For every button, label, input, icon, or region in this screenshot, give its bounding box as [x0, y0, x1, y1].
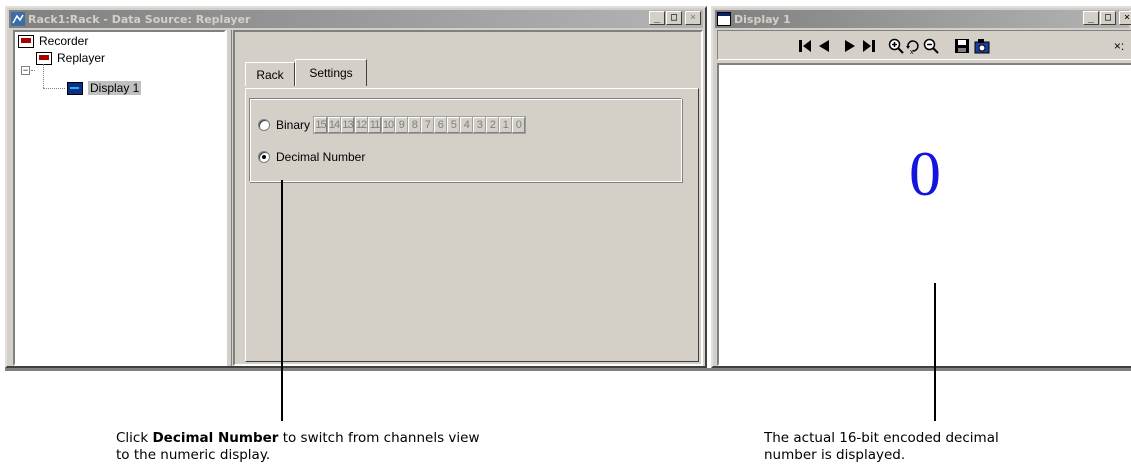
first-frame-icon[interactable]	[797, 38, 813, 54]
display-window-titlebar[interactable]: Display 1 _ □ ×	[715, 10, 1131, 28]
bit-box: 7	[420, 116, 435, 134]
rack-window: Rack1:Rack - Data Source: Replayer _ □ ×…	[5, 6, 707, 368]
last-frame-icon[interactable]	[861, 38, 877, 54]
recorder-icon	[18, 34, 34, 48]
step-forward-icon[interactable]	[842, 38, 858, 54]
bit-box: 1	[498, 116, 513, 134]
display-window-icon	[717, 12, 731, 26]
bit-box: 10	[380, 116, 396, 134]
tree-item-label: Recorder	[39, 34, 89, 48]
close-button[interactable]: ×	[1119, 11, 1131, 25]
snapshot-icon[interactable]	[974, 38, 990, 54]
window-shadow	[5, 368, 1131, 371]
zoom-in-icon[interactable]	[888, 38, 904, 54]
rack-window-title: Rack1:Rack - Data Source: Replayer	[28, 12, 251, 26]
binary-label: Binary	[276, 118, 311, 132]
minimize-button[interactable]: _	[1083, 11, 1099, 25]
bit-box: 5	[446, 116, 461, 134]
zoom-out-icon[interactable]	[923, 38, 939, 54]
tree-item-display-1[interactable]: Display 1	[67, 81, 142, 95]
bit-boxes: 15 14 13 12 11 10 9 8 7 6 5 4 3 2 1 0	[313, 116, 526, 134]
tab-settings[interactable]: Settings	[295, 59, 367, 86]
bit-box: 2	[485, 116, 500, 134]
callout-line-left	[281, 180, 283, 421]
decimal-radio-dot[interactable]	[258, 151, 270, 163]
maximize-button[interactable]: □	[1100, 11, 1116, 25]
callout-left-text: Click	[116, 430, 153, 446]
bit-box: 15	[313, 116, 329, 134]
rack-window-titlebar[interactable]: Rack1:Rack - Data Source: Replayer _ □ ×	[9, 10, 703, 28]
callout-line-right	[934, 283, 936, 421]
display-toolbar: x ×:	[717, 30, 1131, 60]
rack-tree: Recorder − Replayer Display 1	[13, 30, 226, 366]
decimal-radio[interactable]: Decimal Number	[258, 150, 365, 164]
tree-item-label: Replayer	[57, 51, 106, 65]
bit-box: 3	[472, 116, 487, 134]
callout-left: Click Decimal Number to switch from chan…	[116, 430, 480, 464]
decimal-label: Decimal Number	[276, 150, 366, 164]
bit-box: 13	[340, 116, 356, 134]
callout-right-line1: The actual 16-bit encoded decimal	[764, 430, 999, 446]
replayer-icon	[36, 51, 52, 65]
tab-label: Rack	[256, 67, 284, 82]
callout-right: The actual 16-bit encoded decimal number…	[764, 430, 999, 464]
maximize-button[interactable]: □	[666, 11, 682, 25]
callout-left-text: to switch from channels view	[278, 430, 480, 446]
rack-app-icon	[11, 12, 25, 26]
decimal-value: 0	[909, 138, 941, 209]
tab-rack[interactable]: Rack	[245, 62, 295, 86]
binary-radio-dot[interactable]	[258, 119, 270, 131]
display-window: Display 1 _ □ × x ×: 0	[711, 6, 1131, 368]
display-icon	[67, 81, 83, 95]
tree-item-replayer[interactable]: Replayer	[36, 51, 105, 65]
callout-left-line2: to the numeric display.	[116, 447, 271, 463]
bit-box: 12	[353, 116, 369, 134]
pane-splitter[interactable]	[226, 30, 232, 366]
callout-left-bold: Decimal Number	[152, 430, 279, 446]
numeric-display-area: 0	[717, 63, 1131, 366]
binary-radio[interactable]: Binary 15 14 13 12 11 10 9 8 7 6 5 4 3 2…	[258, 116, 526, 134]
callout-right-line2: number is displayed.	[764, 447, 906, 463]
bit-box: 11	[367, 116, 383, 134]
bit-box: 4	[459, 116, 474, 134]
minimize-button[interactable]: _	[649, 11, 665, 25]
tab-label: Settings	[309, 66, 353, 80]
bit-box: 9	[394, 116, 409, 134]
svg-text:x: x	[910, 49, 914, 54]
properties-pane: Rack Settings Binary 15 14 13 12 11 10 9…	[233, 30, 703, 366]
bit-box: 8	[407, 116, 422, 134]
bit-box: 14	[326, 116, 342, 134]
bit-box: 6	[433, 116, 448, 134]
display-mode-group: Binary 15 14 13 12 11 10 9 8 7 6 5 4 3 2…	[249, 98, 682, 182]
tree-item-label: Display 1	[88, 81, 142, 95]
tree-item-recorder[interactable]: Recorder	[18, 34, 88, 48]
close-button[interactable]: ×	[685, 11, 701, 25]
display-window-title: Display 1	[734, 12, 791, 26]
zoom-reset-icon[interactable]: x	[905, 38, 921, 54]
settings-page: Binary 15 14 13 12 11 10 9 8 7 6 5 4 3 2…	[245, 88, 699, 362]
collapse-toggle[interactable]: −	[21, 66, 30, 75]
toolbar-overflow-text[interactable]: ×:	[1109, 38, 1129, 54]
save-icon[interactable]	[954, 38, 970, 54]
bit-box: 0	[511, 116, 526, 134]
step-back-icon[interactable]	[816, 38, 832, 54]
